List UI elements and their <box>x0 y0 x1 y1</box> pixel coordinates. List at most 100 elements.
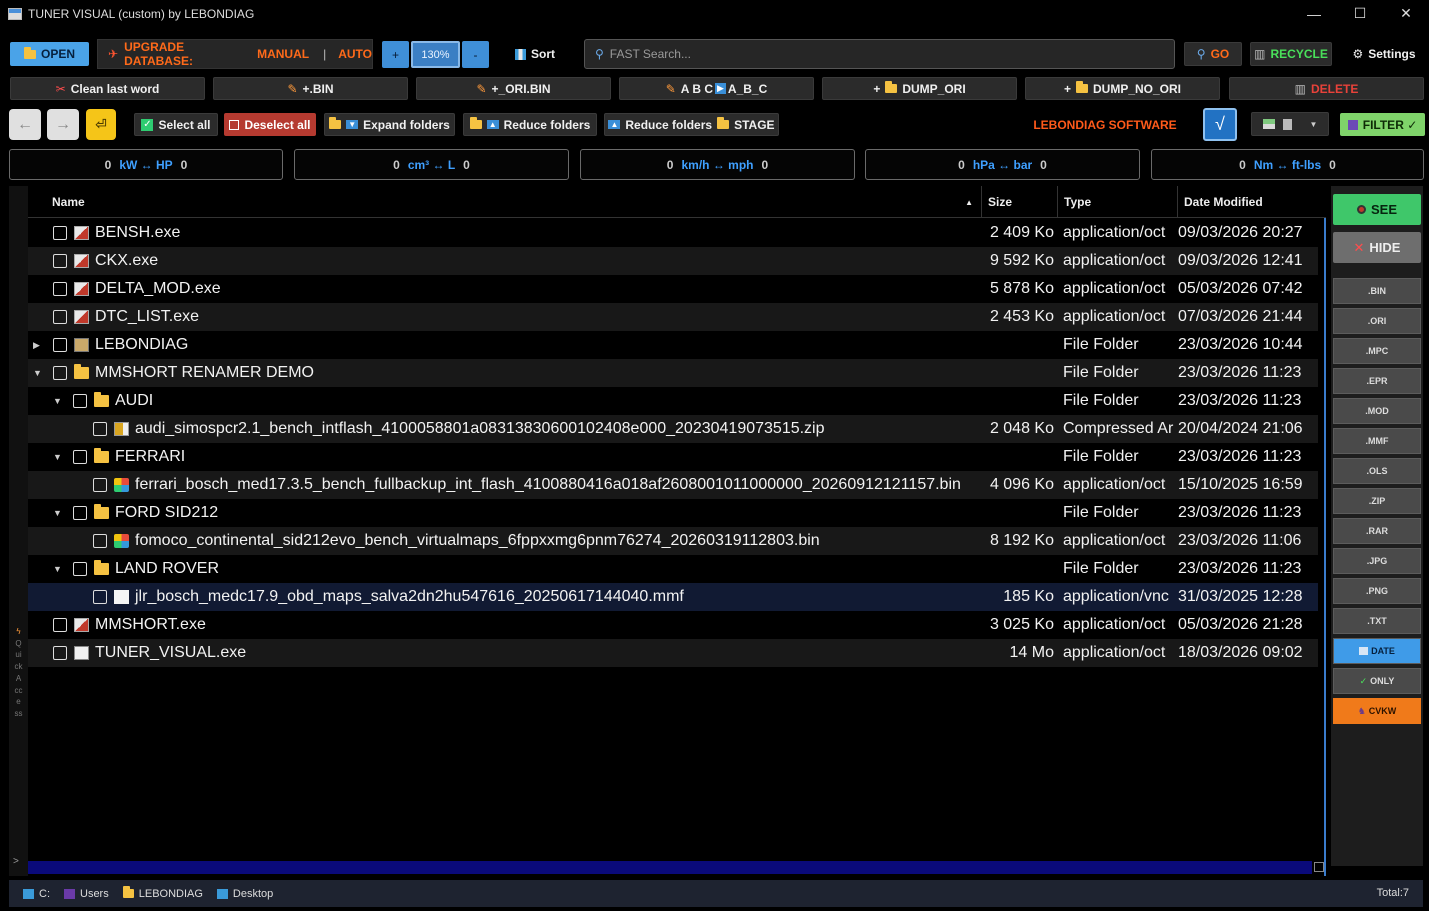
table-row[interactable]: BENSH.exe 2 409 Ko application/oct 09/03/20… <box>28 219 1318 247</box>
filter-mmf-button[interactable]: .MMF <box>1333 428 1421 454</box>
filter-mpc-button[interactable]: .MPC <box>1333 338 1421 364</box>
filter-button[interactable]: FILTER ✓ <box>1340 113 1425 136</box>
row-checkbox[interactable] <box>53 611 67 639</box>
row-checkbox[interactable] <box>53 331 67 359</box>
table-row[interactable]: ferrari_bosch_med17.3.5_bench_fullbackup… <box>28 471 1318 499</box>
table-row[interactable]: jlr_bosch_medc17.9_obd_maps_salva2dn2hu5… <box>28 583 1318 611</box>
converter-hpa-bar[interactable]: 0 hPa ↔ bar 0 <box>865 149 1140 180</box>
cvkw-button[interactable]: ♞ CVKW <box>1333 698 1421 724</box>
view-mode-dropdown[interactable]: ▼ <box>1251 112 1329 136</box>
recycle-button[interactable]: ▥ RECYCLE <box>1250 42 1332 66</box>
chevron-down-icon[interactable]: ▼ <box>53 555 63 583</box>
minimize-button[interactable]: — <box>1291 0 1337 27</box>
go-button[interactable]: ⚲ GO <box>1184 42 1242 66</box>
table-row[interactable]: ▶ LEBONDIAG File Folder 23/03/2026 10:44 <box>28 331 1318 359</box>
resize-grip[interactable] <box>1314 862 1324 872</box>
row-checkbox[interactable] <box>73 499 87 527</box>
clean-last-word-button[interactable]: ✂ Clean last word <box>10 77 205 100</box>
chevron-right-icon[interactable]: ▶ <box>33 331 43 359</box>
breadcrumb-desktop[interactable]: Desktop <box>216 888 273 900</box>
filter-mod-button[interactable]: .MOD <box>1333 398 1421 424</box>
hide-button[interactable]: ✕ HIDE <box>1333 232 1421 263</box>
table-row[interactable]: ▼ MMSHORT RENAMER DEMO File Folder 23/03/20… <box>28 359 1318 387</box>
table-row[interactable]: ▼ FORD SID212 File Folder 23/03/2026 11:23 <box>28 499 1318 527</box>
table-row[interactable]: TUNER_VISUAL.exe 14 Mo application/oct 18/0… <box>28 639 1318 667</box>
filter-png-button[interactable]: .PNG <box>1333 578 1421 604</box>
filter-ols-button[interactable]: .OLS <box>1333 458 1421 484</box>
table-row[interactable]: audi_simospcr2.1_bench_intflash_41000588… <box>28 415 1318 443</box>
horizontal-scrollbar[interactable] <box>28 861 1312 874</box>
search-input[interactable]: ⚲ FAST Search... <box>584 39 1175 69</box>
filter-zip-button[interactable]: .ZIP <box>1333 488 1421 514</box>
sort-button[interactable]: Sort <box>505 42 565 66</box>
dump-no-ori-button[interactable]: + DUMP_NO_ORI <box>1025 77 1220 100</box>
row-checkbox[interactable] <box>53 303 67 331</box>
converter-kw-hp[interactable]: 0 kW ↔ HP 0 <box>9 149 283 180</box>
add-ori-bin-button[interactable]: ✎ +_ORI.BIN <box>416 77 611 100</box>
reduce-folders-stage-button[interactable]: ▲ Reduce folders STAGE <box>604 113 779 136</box>
forward-button[interactable]: → <box>47 109 79 140</box>
select-all-button[interactable]: ✓ Select all <box>134 113 218 136</box>
reduce-folders-button[interactable]: ▲ Reduce folders <box>463 113 597 136</box>
zoom-level[interactable]: 130% <box>411 41 460 68</box>
delete-button[interactable]: ▥ DELETE <box>1229 77 1424 100</box>
settings-button[interactable]: ⚙ Settings <box>1346 42 1422 66</box>
column-date-modified[interactable]: Date Modified <box>1178 186 1326 218</box>
zoom-in-button[interactable]: + <box>382 41 409 68</box>
table-row[interactable]: ▼ FERRARI File Folder 23/03/2026 11:23 <box>28 443 1318 471</box>
row-checkbox[interactable] <box>53 219 67 247</box>
chevron-down-icon[interactable]: ▼ <box>53 443 63 471</box>
row-checkbox[interactable] <box>93 527 107 555</box>
row-checkbox[interactable] <box>73 443 87 471</box>
chevron-down-icon[interactable]: ▼ <box>33 359 43 387</box>
breadcrumb-drive[interactable]: C: <box>23 888 50 900</box>
open-button[interactable]: OPEN <box>10 42 89 66</box>
auto-button[interactable]: AUTO <box>338 47 372 61</box>
table-row[interactable]: MMSHORT.exe 3 025 Ko application/oct 05/03/… <box>28 611 1318 639</box>
row-checkbox[interactable] <box>53 275 67 303</box>
zoom-out-button[interactable]: - <box>462 41 489 68</box>
row-checkbox[interactable] <box>93 471 107 499</box>
see-button[interactable]: SEE <box>1333 194 1421 225</box>
column-size[interactable]: Size <box>982 186 1058 218</box>
filter-rar-button[interactable]: .RAR <box>1333 518 1421 544</box>
filter-bin-button[interactable]: .BIN <box>1333 278 1421 304</box>
expand-sidebar-arrow[interactable]: > <box>13 856 19 867</box>
table-row[interactable]: fomoco_continental_sid212evo_bench_virtu… <box>28 527 1318 555</box>
up-folder-button[interactable]: ⏎ <box>86 109 116 140</box>
row-checkbox[interactable] <box>73 555 87 583</box>
back-button[interactable]: ← <box>9 109 41 140</box>
row-checkbox[interactable] <box>53 247 67 275</box>
row-checkbox[interactable] <box>93 415 107 443</box>
filter-txt-button[interactable]: .TXT <box>1333 608 1421 634</box>
table-row[interactable]: DELTA_MOD.exe 5 878 Ko application/oct 05/0… <box>28 275 1318 303</box>
manual-button[interactable]: MANUAL <box>257 47 309 61</box>
filter-epr-button[interactable]: .EPR <box>1333 368 1421 394</box>
converter-nm-ftlbs[interactable]: 0 Nm ↔ ft-lbs 0 <box>1151 149 1424 180</box>
breadcrumb-users[interactable]: Users <box>64 888 109 900</box>
table-row[interactable]: DTC_LIST.exe 2 453 Ko application/oct 07/03… <box>28 303 1318 331</box>
table-row[interactable]: CKX.exe 9 592 Ko application/oct 09/03/2026… <box>28 247 1318 275</box>
converter-cm3-l[interactable]: 0 cm³ ↔ L 0 <box>294 149 569 180</box>
date-filter-button[interactable]: DATE <box>1333 638 1421 664</box>
breadcrumb-lebondiag[interactable]: LEBONDIAG <box>122 886 203 900</box>
quick-access-sidebar[interactable]: ϟ Quick Access > <box>9 186 28 876</box>
abc-underscore-button[interactable]: ✎ A B C ▶ A_B_C <box>619 77 814 100</box>
check-button[interactable]: √ <box>1203 108 1237 141</box>
file-list[interactable]: Name ▲ Size Type Date Modified BENSH.exe… <box>28 186 1326 876</box>
row-checkbox[interactable] <box>73 387 87 415</box>
table-row[interactable]: ▼ LAND ROVER File Folder 23/03/2026 11:23 <box>28 555 1318 583</box>
deselect-all-button[interactable]: Deselect all <box>224 113 316 136</box>
only-filter-button[interactable]: ✓ ONLY <box>1333 668 1421 694</box>
row-checkbox[interactable] <box>93 583 107 611</box>
chevron-down-icon[interactable]: ▼ <box>53 499 63 527</box>
filter-ori-button[interactable]: .ORI <box>1333 308 1421 334</box>
add-bin-button[interactable]: ✎ +.BIN <box>213 77 408 100</box>
chevron-down-icon[interactable]: ▼ <box>53 387 63 415</box>
expand-folders-button[interactable]: ▼ Expand folders <box>324 113 455 136</box>
filter-jpg-button[interactable]: .JPG <box>1333 548 1421 574</box>
column-name[interactable]: Name ▲ <box>28 186 982 218</box>
row-checkbox[interactable] <box>53 639 67 667</box>
dump-ori-button[interactable]: + DUMP_ORI <box>822 77 1017 100</box>
table-row[interactable]: ▼ AUDI File Folder 23/03/2026 11:23 <box>28 387 1318 415</box>
